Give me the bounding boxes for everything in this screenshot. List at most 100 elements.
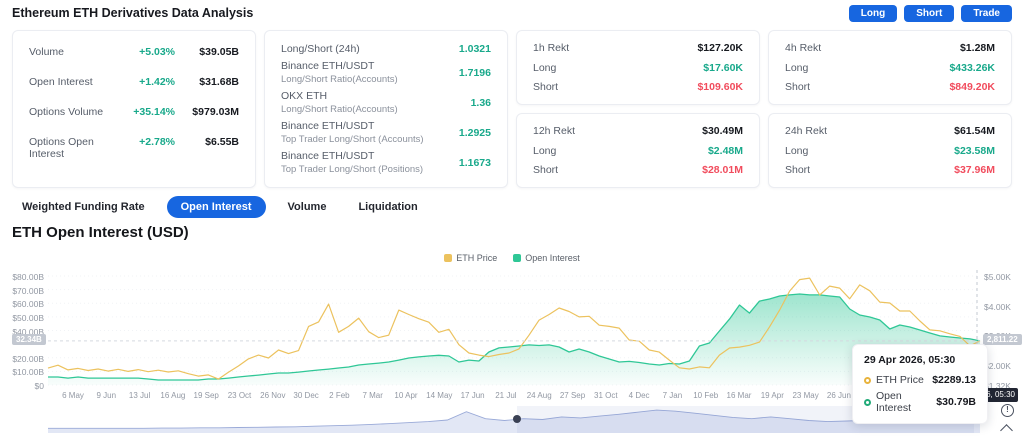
rekt-card-1h: 1h Rekt $127.20K Long $17.60K Short $109…: [516, 30, 760, 105]
y-axis-left-tick: $20.00B: [12, 353, 44, 364]
rekt-short-label: Short: [533, 164, 559, 176]
rekt-short-value: $849.20K: [949, 81, 995, 93]
stat-label: Options Open Interest: [29, 136, 94, 160]
chart-tooltip: 29 Apr 2026, 05:30 ETH Price $2289.13 Op…: [852, 344, 988, 424]
stat-row-options-volume: Options Volume +35.14% $979.03M: [29, 106, 239, 118]
ratio-row: Binance ETH/USDT Top Trader Long/Short (…: [281, 120, 491, 145]
rekt-total: $30.49M: [702, 125, 743, 137]
rekt-title: 1h Rekt: [533, 42, 570, 54]
ratio-label: OKX ETH: [281, 90, 328, 102]
derivatives-dashboard: Ethereum ETH Derivatives Data Analysis L…: [0, 0, 1024, 438]
ratio-sublabel: Top Trader Long/Short (Accounts): [281, 134, 424, 145]
stat-row-options-open-interest: Options Open Interest +2.78% $6.55B: [29, 136, 239, 160]
x-axis-tick: 17 Jun: [460, 391, 485, 400]
x-axis-tick: 23 Oct: [227, 391, 252, 400]
x-axis-tick: 2 Feb: [329, 391, 350, 400]
trade-button[interactable]: Trade: [961, 4, 1012, 22]
ratio-value: 1.7196: [458, 66, 491, 79]
chart-title: ETH Open Interest (USD): [12, 224, 189, 241]
y-axis-right-tick: $5.00K: [984, 272, 1011, 282]
long-short-ratio-card: Long/Short (24h) 1.0321 Binance ETH/USDT…: [264, 30, 508, 188]
stat-value: $979.03M: [192, 106, 239, 118]
page-title: Ethereum ETH Derivatives Data Analysis: [12, 6, 254, 20]
info-icon[interactable]: [1001, 404, 1014, 417]
y-axis-left-tick: $0: [34, 381, 44, 391]
stat-cards-row: Volume +5.03% $39.05B Open Interest +1.4…: [12, 30, 1012, 188]
ratio-row: Binance ETH/USDT Top Trader Long/Short (…: [281, 150, 491, 175]
y-axis-right-tick: $4.00K: [984, 301, 1011, 312]
ratio-sublabel: Long/Short Ratio(Accounts): [281, 104, 398, 115]
rekt-long-label: Long: [785, 144, 809, 157]
x-axis-tick: 14 May: [426, 391, 453, 400]
ratio-row: Long/Short (24h) 1.0321: [281, 43, 491, 55]
rekt-total: $1.28M: [959, 42, 995, 54]
rekt-short-value: $109.60K: [697, 81, 743, 93]
rekt-short-value: $28.01M: [702, 164, 743, 176]
rekt-title: 12h Rekt: [533, 125, 576, 137]
x-axis-tick: 24 Aug: [526, 391, 552, 400]
tooltip-label: ETH Price: [876, 374, 924, 386]
open-interest-current-badge: 32.34B: [12, 334, 46, 345]
short-button[interactable]: Short: [904, 4, 955, 22]
y-axis-left-tick: $70.00B: [12, 285, 44, 296]
rekt-title: 4h Rekt: [785, 42, 822, 54]
stat-percent: +2.78%: [139, 136, 175, 148]
rekt-long-value: $17.60K: [703, 61, 743, 74]
stat-value: $39.05B: [199, 46, 239, 58]
x-axis-tick: 26 Jun: [826, 391, 851, 400]
eth-price-dot-icon: [864, 376, 871, 384]
header: Ethereum ETH Derivatives Data Analysis L…: [0, 0, 1024, 26]
tab-liquidation[interactable]: Liquidation: [348, 196, 427, 218]
tooltip-label: Open Interest: [876, 390, 912, 414]
ratio-sublabel: Top Trader Long/Short (Positions): [281, 164, 424, 175]
tab-open-interest[interactable]: Open Interest: [166, 196, 266, 218]
x-axis-tick: 30 Dec: [293, 391, 319, 400]
tooltip-value: $2289.13: [932, 374, 976, 386]
y-axis-left-tick: $10.00B: [12, 367, 44, 378]
chart-plot-area[interactable]: 32.34B 2,811.22 29 Apr 2026, 05:30 ETH P…: [0, 250, 1024, 438]
y-axis-left-tick: $60.00B: [12, 299, 44, 310]
ratio-value: 1.2925: [458, 126, 491, 139]
rekt-total: $127.20K: [697, 42, 743, 54]
x-axis-tick: 16 Mar: [726, 391, 752, 400]
x-axis-tick: 6 May: [62, 391, 84, 400]
tab-weighted-funding-rate[interactable]: Weighted Funding Rate: [12, 196, 155, 218]
x-axis-tick: 31 Oct: [594, 391, 618, 400]
ratio-label: Binance ETH/USDT: [281, 120, 375, 132]
rekt-long-label: Long: [785, 61, 809, 74]
ratio-row: Binance ETH/USDT Long/Short Ratio(Accoun…: [281, 60, 491, 85]
stat-percent: +5.03%: [139, 46, 175, 58]
y-axis-left-tick: $50.00B: [12, 312, 44, 323]
stat-label: Volume: [29, 46, 65, 58]
ratio-value: 1.0321: [458, 43, 491, 55]
eth-price-current-badge: 2,811.22: [983, 334, 1022, 345]
rekt-total: $61.54M: [954, 125, 995, 137]
rekt-long-value: $23.58M: [954, 144, 995, 157]
x-axis-tick: 19 Apr: [760, 391, 784, 400]
rekt-long-value: $2.48M: [707, 144, 743, 157]
rekt-long-label: Long: [533, 61, 557, 74]
stat-value: $31.68B: [199, 76, 239, 88]
rekt-card-12h: 12h Rekt $30.49M Long $2.48M Short $28.0…: [516, 113, 760, 188]
x-axis-tick: 7 Mar: [362, 391, 383, 400]
ratio-sublabel: Long/Short Ratio(Accounts): [281, 74, 398, 85]
header-buttons: Long Short Trade: [848, 4, 1012, 22]
stat-percent: +1.42%: [139, 76, 175, 88]
y-axis-right-tick: $2.00K: [984, 360, 1011, 371]
rekt-title: 24h Rekt: [785, 125, 828, 137]
tab-volume[interactable]: Volume: [278, 196, 337, 218]
rekt-card-4h: 4h Rekt $1.28M Long $433.26K Short $849.…: [768, 30, 1012, 105]
x-axis-tick: 27 Sep: [559, 391, 586, 400]
stat-label: Open Interest: [29, 76, 93, 88]
x-axis-tick: 21 Jul: [495, 391, 517, 400]
x-axis-tick: 10 Apr: [394, 391, 418, 400]
volume-stats-card: Volume +5.03% $39.05B Open Interest +1.4…: [12, 30, 256, 188]
ratio-row: OKX ETH Long/Short Ratio(Accounts) 1.36: [281, 90, 491, 115]
stat-percent: +35.14%: [133, 106, 175, 118]
long-button[interactable]: Long: [848, 4, 898, 22]
open-interest-dot-icon: [864, 398, 871, 406]
tooltip-value: $30.79B: [936, 396, 976, 408]
x-axis-tick: 26 Nov: [260, 391, 286, 400]
ratio-value: 1.1673: [458, 156, 491, 169]
navigator-handle[interactable]: [513, 415, 521, 423]
